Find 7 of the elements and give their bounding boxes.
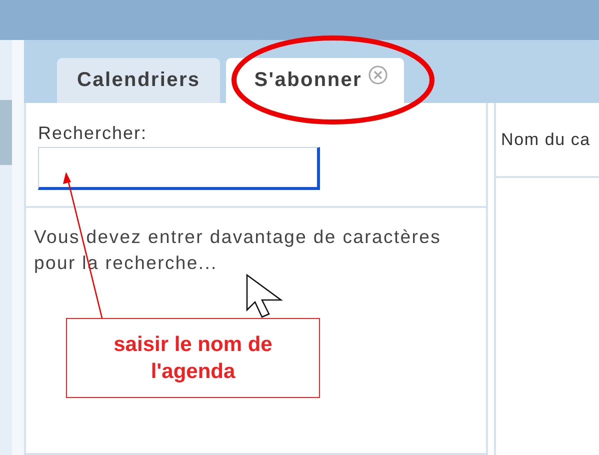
annotation-callout: saisir le nom de l'agenda xyxy=(66,318,320,398)
tab[interactable]: S'abonner xyxy=(226,58,404,103)
tab[interactable]: Calendriers xyxy=(57,58,220,103)
search-label: Rechercher: xyxy=(38,123,148,144)
mouse-cursor-icon xyxy=(246,274,283,318)
side-panel-item xyxy=(0,100,12,165)
search-field[interactable] xyxy=(38,147,320,190)
